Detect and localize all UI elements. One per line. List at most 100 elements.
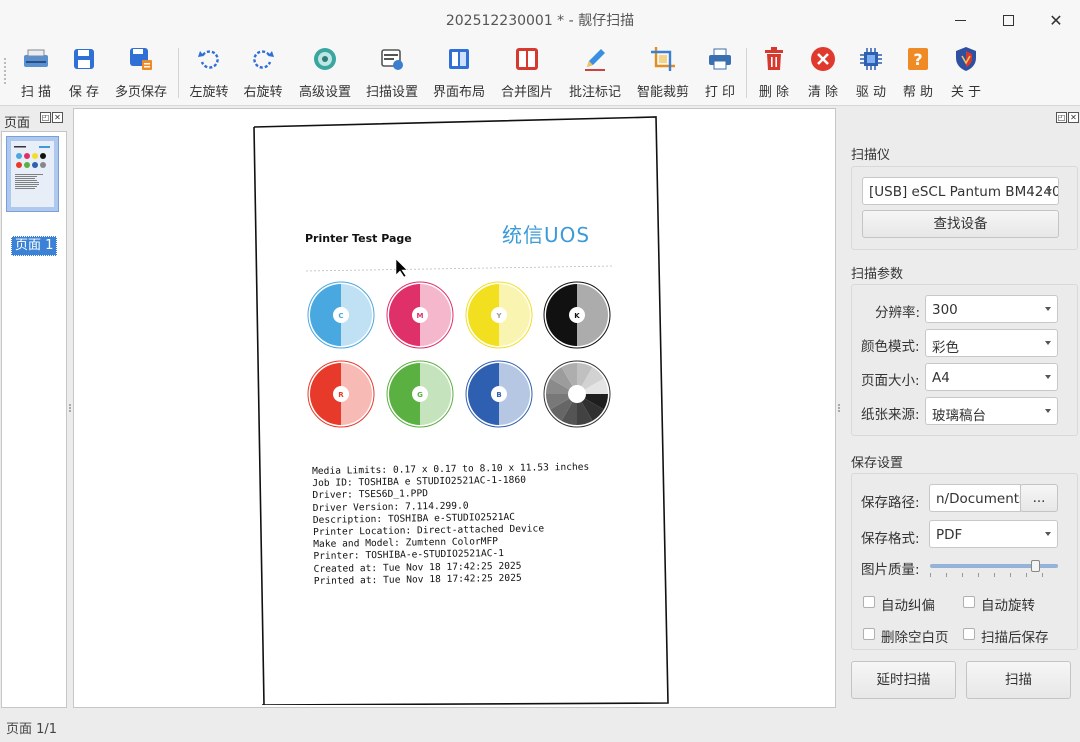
delete-tool-button[interactable]: 删 除: [754, 44, 794, 102]
scan-tool-button[interactable]: 扫 描: [16, 44, 56, 102]
slider-handle[interactable]: [1031, 560, 1041, 572]
pages-panel-title: 页面: [4, 116, 31, 131]
main-toolbar: 扫 描 保 存 多页保存 左旋转 右旋转 高级设置 扫描设置 界面布局 合并图片…: [0, 40, 1080, 106]
remove-blank-checkbox[interactable]: [863, 628, 875, 640]
page-thumbnail[interactable]: [6, 136, 59, 212]
image-canvas[interactable]: C M Y K R G B Printer Test Page 统信UOS Media Li…: [73, 108, 836, 708]
printer-icon: [705, 44, 735, 74]
auto-deskew-checkbox[interactable]: [863, 596, 875, 608]
resolution-label: 分辨率:: [875, 305, 921, 321]
scanner-device-select[interactable]: [USB] eSCL Pantum BM4240: [862, 177, 1059, 205]
maximize-icon: [1002, 14, 1014, 26]
chevron-down-icon: [1045, 307, 1051, 311]
color-mode-select[interactable]: 彩色: [925, 329, 1058, 357]
swatch-letter: Y: [495, 312, 502, 320]
pages-panel: 页面 ◰ ✕ 页面 1: [0, 108, 70, 708]
swatch-letter: K: [574, 312, 580, 320]
uos-logo: 统信UOS: [502, 223, 591, 247]
close-button[interactable]: ✕: [1036, 6, 1076, 34]
layout-tool-button[interactable]: 界面布局: [430, 44, 488, 102]
save-tool-button[interactable]: 保 存: [64, 44, 104, 102]
rotate-left-tool-button[interactable]: 左旋转: [186, 44, 232, 102]
help-icon: ?: [903, 44, 933, 74]
minimize-button[interactable]: [940, 6, 980, 34]
scan-settings-tool-button[interactable]: 扫描设置: [363, 44, 421, 102]
save-path-label: 保存路径:: [861, 495, 920, 511]
pages-panel-close-button[interactable]: ✕: [52, 112, 63, 123]
save-format-select[interactable]: PDF: [929, 520, 1058, 548]
crop-icon: [648, 44, 678, 74]
close-icon: ✕: [1049, 10, 1063, 30]
scanner-group: [USB] eSCL Pantum BM4240 查找设备: [851, 166, 1078, 250]
clear-tool-button[interactable]: 清 除: [803, 44, 843, 102]
scanner-section-title: 扫描仪: [851, 148, 891, 163]
delayed-scan-button[interactable]: 延时扫描: [851, 661, 956, 699]
driver-tool-button[interactable]: 驱 动: [851, 44, 891, 102]
chevron-down-icon: [1046, 189, 1052, 193]
swatch-letter: M: [417, 312, 424, 320]
multi-save-tool-button[interactable]: 多页保存: [112, 44, 170, 102]
settings-panel-close-button[interactable]: ✕: [1068, 112, 1079, 123]
auto-rotate-label: 自动旋转: [981, 598, 1035, 614]
auto-rotate-checkbox[interactable]: [963, 596, 975, 608]
clear-icon: [808, 44, 838, 74]
about-tool-button[interactable]: 关 于: [946, 44, 986, 102]
save-path-input[interactable]: n/Documents: [929, 484, 1021, 512]
image-quality-label: 图片质量:: [861, 562, 920, 578]
save-format-label: 保存格式:: [861, 531, 920, 547]
page-thumbnail-image: [11, 141, 54, 207]
chevron-down-icon: [1045, 375, 1051, 379]
save-settings-group: 保存路径: n/Documents ... 保存格式: PDF 图片质量: 自动…: [851, 473, 1078, 650]
print-tool-button[interactable]: 打 印: [700, 44, 740, 102]
paper-source-select[interactable]: 玻璃稿台: [925, 397, 1058, 425]
find-device-button[interactable]: 查找设备: [862, 210, 1059, 238]
close-icon: ✕: [1070, 113, 1077, 122]
maximize-button[interactable]: [988, 6, 1028, 34]
swatch-letter: C: [338, 312, 343, 320]
right-splitter-handle[interactable]: [838, 404, 840, 412]
resolution-select[interactable]: 300: [925, 295, 1058, 323]
merge-images-tool-button[interactable]: 合并图片: [498, 44, 556, 102]
swatch-letter: G: [417, 391, 423, 399]
test-page-heading: Printer Test Page: [305, 232, 412, 245]
smart-crop-tool-button[interactable]: 智能裁剪: [634, 44, 692, 102]
scanned-page-image: C M Y K R G B Printer Test Page 统信UOS Media Li…: [250, 113, 670, 705]
toolbar-grip[interactable]: [4, 58, 8, 84]
chip-icon: [856, 44, 886, 74]
pencil-icon: [580, 44, 610, 74]
left-splitter-handle[interactable]: [69, 404, 71, 412]
rotate-right-tool-button[interactable]: 右旋转: [240, 44, 286, 102]
save-after-scan-checkbox[interactable]: [963, 628, 975, 640]
pages-panel-float-button[interactable]: ◰: [40, 112, 51, 123]
swatch-letter: B: [496, 391, 501, 399]
swatch-letter: R: [338, 391, 344, 399]
image-quality-slider[interactable]: [930, 560, 1058, 577]
settings-panel-float-button[interactable]: ◰: [1056, 112, 1067, 123]
page-counter: 页面 1/1: [6, 722, 58, 737]
save-settings-section-title: 保存设置: [851, 456, 904, 471]
chevron-down-icon: [1045, 409, 1051, 413]
advanced-settings-tool-button[interactable]: 高级设置: [296, 44, 354, 102]
toolbar-separator: [178, 48, 179, 98]
advanced-settings-icon: [310, 44, 340, 74]
page-list[interactable]: 页面 1: [1, 131, 67, 708]
printer-info-text: Media Limits: 0.17 x 0.17 to 8.10 x 11.5…: [312, 461, 614, 588]
float-icon: ◰: [1057, 113, 1066, 122]
trash-icon: [759, 44, 789, 74]
chevron-down-icon: [1045, 532, 1051, 536]
scan-button[interactable]: 扫描: [966, 661, 1071, 699]
page-thumbnail-label[interactable]: 页面 1: [11, 236, 58, 256]
window-title: 202512230001 * - 靓仔扫描: [445, 13, 635, 29]
annotate-tool-button[interactable]: 批注标记: [566, 44, 624, 102]
scan-params-group: 分辨率: 300 颜色模式: 彩色 页面大小: A4 纸张来源: 玻璃稿台: [851, 284, 1078, 436]
multi-save-icon: [126, 44, 156, 74]
scan-settings-icon: [377, 44, 407, 74]
save-icon: [69, 44, 99, 74]
browse-path-button[interactable]: ...: [1020, 484, 1058, 512]
title-bar: 202512230001 * - 靓仔扫描 ✕: [0, 0, 1080, 40]
paper-source-label: 纸张来源:: [861, 407, 920, 423]
page-size-select[interactable]: A4: [925, 363, 1058, 391]
layout-icon: [444, 44, 474, 74]
help-tool-button[interactable]: ? 帮 助: [898, 44, 938, 102]
scan-params-section-title: 扫描参数: [851, 267, 904, 282]
